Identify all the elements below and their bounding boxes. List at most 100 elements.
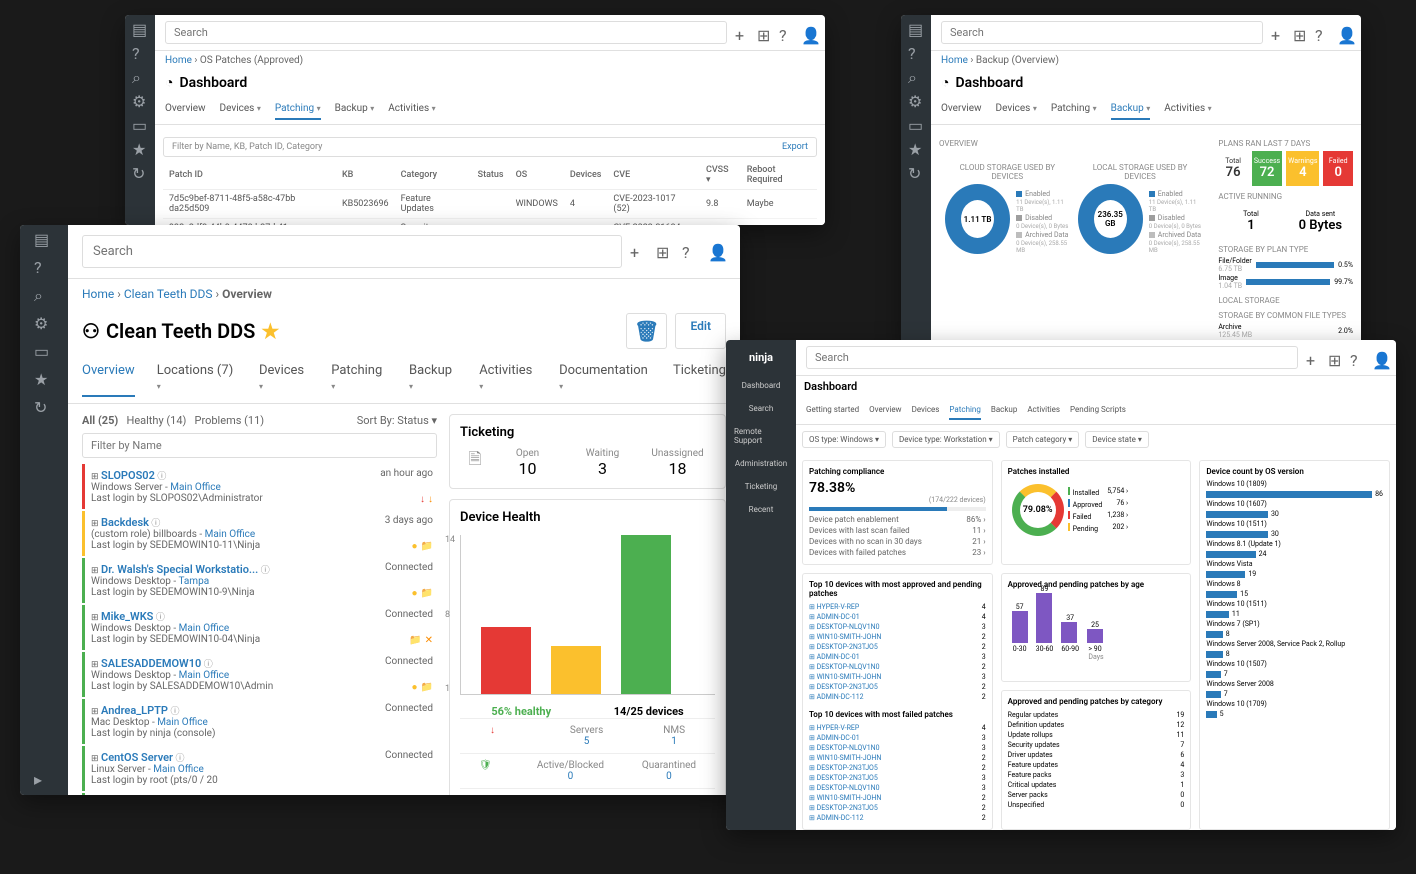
- tab-ticketing[interactable]: Ticketing: [673, 359, 726, 397]
- tab-locations[interactable]: Locations (7) ▾: [157, 359, 237, 397]
- tab-documentation[interactable]: Documentation ▾: [559, 359, 651, 397]
- tab-patching[interactable]: Patching ▾: [275, 99, 321, 120]
- device-row[interactable]: ⊞ SLOPOS02 ⓘ Windows Server - Main Offic…: [82, 464, 437, 509]
- device-link-row[interactable]: ⊞ HYPER-V-REP4: [809, 602, 986, 612]
- tab-patching[interactable]: Patching: [949, 401, 980, 420]
- star-icon[interactable]: ★: [132, 140, 148, 156]
- device-link-row[interactable]: ⊞ WIN10-SMITH-JOHN2: [809, 632, 986, 642]
- user-icon[interactable]: 👤: [1337, 26, 1351, 40]
- table-row[interactable]: 7d5c9bef-8711-48f5-a58c-47bb da25d509KB5…: [163, 190, 817, 219]
- tab-overview[interactable]: Overview: [165, 99, 206, 120]
- history-icon[interactable]: ↻: [132, 164, 148, 180]
- device-row[interactable]: ⊞ dcqa-vr01 - NETFLOW ⓘ Router - Main Of…: [82, 793, 437, 795]
- gear-icon[interactable]: ⚙: [908, 92, 924, 108]
- apps-icon[interactable]: ⊞: [757, 26, 771, 40]
- nav-recent[interactable]: Recent: [741, 502, 782, 517]
- device-row[interactable]: ⊞ Mike_WKS ⓘ Windows Desktop - Main Offi…: [82, 605, 437, 650]
- edit-button[interactable]: Edit: [675, 313, 726, 349]
- tab-overview[interactable]: Overview: [82, 359, 135, 397]
- col-os[interactable]: OS: [510, 161, 564, 190]
- col-status[interactable]: Status: [472, 161, 510, 190]
- logo-icon[interactable]: ▤: [34, 230, 54, 250]
- tab-scripts[interactable]: Pending Scripts: [1070, 401, 1126, 420]
- tab-activities[interactable]: Activities ▾: [479, 359, 537, 397]
- tab-activities[interactable]: Activities ▾: [388, 99, 435, 120]
- gear-icon[interactable]: ⚙: [132, 92, 148, 108]
- tab-backup[interactable]: Backup ▾: [1111, 99, 1151, 120]
- tab-devices[interactable]: Devices ▾: [996, 99, 1037, 120]
- help-icon[interactable]: ?: [682, 243, 700, 261]
- search-input[interactable]: [941, 21, 1263, 44]
- add-icon[interactable]: +: [630, 243, 648, 261]
- breadcrumb-org[interactable]: Clean Teeth DDS: [124, 287, 213, 301]
- tab-devices[interactable]: Devices ▾: [220, 99, 261, 120]
- help-icon[interactable]: ?: [34, 258, 54, 278]
- help-icon[interactable]: ?: [908, 44, 924, 60]
- device-link-row[interactable]: ⊞ WIN10-SMITH-JOHN2: [809, 793, 986, 803]
- favorite-icon[interactable]: ★: [261, 319, 279, 343]
- search-input[interactable]: [806, 346, 1298, 369]
- user-icon[interactable]: 👤: [1372, 351, 1386, 365]
- tab-backup[interactable]: Backup ▾: [409, 359, 457, 397]
- search-input[interactable]: [82, 235, 622, 268]
- tab-devices[interactable]: Devices ▾: [259, 359, 309, 397]
- history-icon[interactable]: ↻: [908, 164, 924, 180]
- filter-healthy[interactable]: Healthy (14): [126, 414, 186, 427]
- star-icon[interactable]: ★: [908, 140, 924, 156]
- user-icon[interactable]: 👤: [708, 243, 726, 261]
- col-kb[interactable]: KB: [336, 161, 395, 190]
- device-link-row[interactable]: ⊞ ADMIN-DC-014: [809, 612, 986, 622]
- col-category[interactable]: Category: [395, 161, 472, 190]
- nav-dashboard[interactable]: Dashboard: [734, 378, 789, 393]
- device-link-row[interactable]: ⊞ WIN10-SMITH-JOHN2: [809, 753, 986, 763]
- sort-dropdown[interactable]: Status: [397, 414, 428, 427]
- device-link-row[interactable]: ⊞ DESKTOP-NLQV1N03: [809, 622, 986, 632]
- history-icon[interactable]: ↻: [34, 398, 54, 418]
- ticket-unassigned[interactable]: Unassigned18: [640, 448, 715, 478]
- device-link-row[interactable]: ⊞ DESKTOP-2N3TJO53: [809, 773, 986, 783]
- breadcrumb-home[interactable]: Home: [82, 287, 114, 301]
- device-link-row[interactable]: ⊞ DESKTOP-2N3TJO52: [809, 682, 986, 692]
- add-icon[interactable]: +: [1306, 351, 1320, 365]
- device-row[interactable]: ⊞ Backdesk ⓘ (custom role) billboards - …: [82, 511, 437, 556]
- breadcrumb-home[interactable]: Home: [941, 55, 968, 66]
- nav-remote[interactable]: Remote Support: [726, 424, 796, 448]
- device-row[interactable]: ⊞ CentOS Server ⓘ Linux Server - Main Of…: [82, 746, 437, 791]
- gear-icon[interactable]: ⚙: [34, 314, 54, 334]
- device-link-row[interactable]: ⊞ DESKTOP-NLQV1N03: [809, 783, 986, 793]
- device-row[interactable]: ⊞ SALESADDEMOW10 ⓘ Windows Desktop - Mai…: [82, 652, 437, 697]
- doc-icon[interactable]: ▭: [34, 342, 54, 362]
- delete-button[interactable]: 🗑: [626, 313, 667, 349]
- ticket-waiting[interactable]: Waiting3: [565, 448, 640, 478]
- search-input[interactable]: [165, 21, 727, 44]
- tab-activities[interactable]: Activities ▾: [1164, 99, 1211, 120]
- user-icon[interactable]: 👤: [801, 26, 815, 40]
- device-filter-input[interactable]: [82, 433, 437, 458]
- filter-devstate[interactable]: Device state ▾: [1085, 431, 1149, 448]
- col-cve[interactable]: CVE: [607, 161, 700, 190]
- compliance-row[interactable]: Devices with failed patches23 ›: [809, 547, 986, 558]
- col-reboot[interactable]: Reboot Required: [741, 161, 817, 190]
- tab-overview[interactable]: Overview: [941, 99, 982, 120]
- ninja-logo[interactable]: ninja: [741, 345, 781, 370]
- help-icon[interactable]: ?: [1315, 26, 1329, 40]
- add-icon[interactable]: +: [1271, 26, 1285, 40]
- compliance-row[interactable]: Devices with no scan in 30 days21 ›: [809, 536, 986, 547]
- tab-backup[interactable]: Backup: [991, 401, 1017, 420]
- device-row[interactable]: ⊞ Dr. Walsh's Special Workstatio... ⓘ Wi…: [82, 558, 437, 603]
- filter-all[interactable]: All (25): [82, 414, 118, 427]
- device-link-row[interactable]: ⊞ HYPER-V-REP4: [809, 723, 986, 733]
- doc-icon[interactable]: ▭: [132, 116, 148, 132]
- filter-devtype[interactable]: Device type: Workstation ▾: [892, 431, 1000, 448]
- apps-icon[interactable]: ⊞: [1293, 26, 1307, 40]
- device-link-row[interactable]: ⊞ ADMIN-DC-013: [809, 733, 986, 743]
- filter-bar[interactable]: Filter by Name, KB, Patch ID, Category E…: [163, 137, 817, 157]
- search-icon[interactable]: ⌕: [34, 286, 54, 306]
- apps-icon[interactable]: ⊞: [656, 243, 674, 261]
- device-link-row[interactable]: ⊞ ADMIN-DC-1122: [809, 813, 986, 823]
- tab-backup[interactable]: Backup ▾: [335, 99, 375, 120]
- col-devices[interactable]: Devices: [564, 161, 608, 190]
- star-icon[interactable]: ★: [34, 370, 54, 390]
- tab-patching[interactable]: Patching ▾: [1051, 99, 1097, 120]
- device-link-row[interactable]: ⊞ ADMIN-DC-013: [809, 652, 986, 662]
